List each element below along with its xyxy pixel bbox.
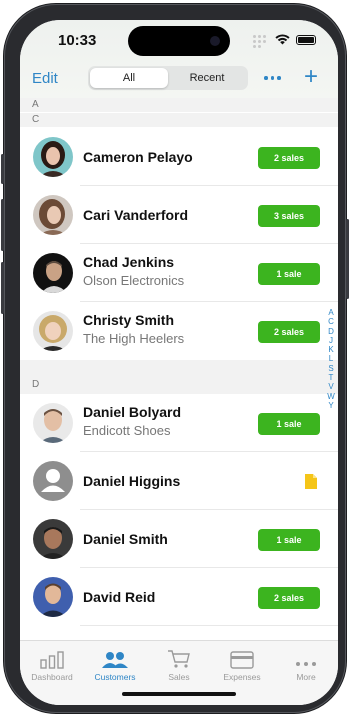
phone-frame: 10:33 Edit All Recent + A C Cameron Pela…: [1, 4, 349, 713]
contact-name: David Reid: [83, 589, 156, 605]
bar-chart-icon: [40, 651, 64, 669]
avatar: [33, 195, 73, 235]
avatar: [33, 519, 73, 559]
ellipsis-icon: [296, 662, 316, 666]
contact-name: Cari Vanderford: [83, 207, 189, 223]
avatar: [33, 311, 73, 351]
segment-recent[interactable]: Recent: [168, 68, 246, 88]
volume-up-button: [1, 199, 4, 251]
index-letter[interactable]: Y: [328, 401, 333, 410]
section-header-d: D: [20, 360, 338, 394]
list-item[interactable]: Cari Vanderford 3 sales: [20, 186, 338, 244]
sales-badge: 2 sales: [258, 321, 320, 343]
list-item[interactable]: Daniel Bolyard Endicott Shoes 1 sale: [20, 394, 338, 452]
segment-all[interactable]: All: [90, 68, 168, 88]
tab-customers[interactable]: Customers: [83, 641, 147, 689]
sales-badge: 2 sales: [258, 147, 320, 169]
contact-name: Daniel Higgins: [83, 473, 181, 489]
avatar: [33, 461, 73, 501]
list-item[interactable]: Christy Smith The High Heelers 2 sales: [20, 302, 338, 360]
document-icon: [305, 474, 317, 489]
filter-segmented-control: All Recent: [88, 66, 248, 90]
plus-icon[interactable]: +: [304, 64, 318, 90]
tab-label: More: [296, 672, 316, 682]
volume-down-button: [1, 262, 4, 314]
contact-name: Daniel Smith: [83, 531, 168, 547]
people-icon: [102, 652, 128, 668]
navigation-bar: Edit All Recent +: [20, 64, 338, 98]
index-letter[interactable]: C: [328, 317, 334, 326]
index-letter[interactable]: A: [328, 308, 333, 317]
list-item[interactable]: Daniel Smith 1 sale: [20, 510, 338, 568]
alphabet-index[interactable]: A C D J K L S T V W Y: [325, 308, 337, 410]
wifi-icon: [275, 34, 290, 45]
power-button: [346, 219, 349, 299]
contact-company: The High Heelers: [83, 331, 185, 346]
sales-badge: 1 sale: [258, 413, 320, 435]
sales-badge: 1 sale: [258, 529, 320, 551]
sales-badge: 2 sales: [258, 587, 320, 609]
index-letter[interactable]: W: [327, 392, 335, 401]
status-time: 10:33: [58, 32, 97, 49]
sales-badge: 1 sale: [258, 263, 320, 285]
list-item[interactable]: Daniel Higgins: [20, 452, 338, 510]
customer-list[interactable]: A C Cameron Pelayo 2 sales Cari Vanderfo…: [20, 98, 338, 640]
list-item[interactable]: David Reid 2 sales: [20, 568, 338, 626]
index-letter[interactable]: L: [329, 354, 333, 363]
silent-switch: [1, 154, 4, 184]
contact-name: Chad Jenkins: [83, 254, 175, 270]
battery-icon: [296, 34, 316, 45]
edit-button[interactable]: Edit: [32, 70, 58, 87]
tab-label: Customers: [94, 672, 136, 682]
tab-dashboard[interactable]: Dashboard: [20, 641, 84, 689]
signal-dots-icon: [253, 34, 269, 48]
tab-more[interactable]: More: [274, 641, 338, 689]
tab-label: Expenses: [223, 672, 261, 682]
list-item[interactable]: Cameron Pelayo 2 sales: [20, 128, 338, 186]
credit-card-icon: [230, 651, 254, 669]
section-header-a: A: [20, 98, 338, 112]
index-letter[interactable]: D: [328, 327, 334, 336]
status-icons: [253, 34, 316, 48]
index-letter[interactable]: J: [329, 336, 333, 345]
ellipsis-icon[interactable]: [264, 76, 281, 80]
tab-sales[interactable]: Sales: [147, 641, 211, 689]
avatar: [33, 253, 73, 293]
avatar: [33, 577, 73, 617]
sales-badge: 3 sales: [258, 205, 320, 227]
index-letter[interactable]: V: [328, 382, 333, 391]
contact-company: Endicott Shoes: [83, 423, 171, 438]
avatar: [33, 137, 73, 177]
home-indicator[interactable]: [122, 692, 236, 696]
avatar: [33, 403, 73, 443]
index-letter[interactable]: S: [328, 364, 333, 373]
section-header-c: C: [20, 113, 338, 127]
tab-expenses[interactable]: Expenses: [210, 641, 274, 689]
contact-name: Cameron Pelayo: [83, 149, 193, 165]
cart-icon: [168, 650, 190, 668]
dynamic-island: [128, 26, 230, 56]
screen: 10:33 Edit All Recent + A C Cameron Pela…: [20, 20, 338, 705]
contact-name: Daniel Bolyard: [83, 404, 182, 420]
tab-label: Dashboard: [31, 672, 73, 682]
tab-label: Sales: [168, 672, 190, 682]
contact-name: Christy Smith: [83, 312, 175, 328]
index-letter[interactable]: K: [328, 345, 333, 354]
index-letter[interactable]: T: [329, 373, 334, 382]
contact-company: Olson Electronics: [83, 273, 185, 288]
list-item[interactable]: Chad Jenkins Olson Electronics 1 sale: [20, 244, 338, 302]
